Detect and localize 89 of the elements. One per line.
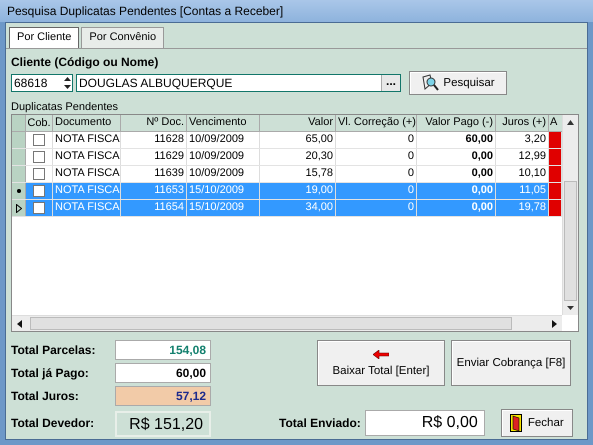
client-name-field[interactable]: DOUGLAS ALBUQUERQUE ... bbox=[76, 74, 401, 92]
enviar-cobranca-button[interactable]: Enviar Cobrança [F8] bbox=[451, 340, 571, 386]
table-cell: NOTA FISCA bbox=[53, 183, 121, 199]
table-cell: 0 bbox=[336, 149, 417, 165]
table-cell: 19,00 bbox=[260, 183, 336, 199]
table-cell: 10/09/2009 bbox=[187, 149, 260, 165]
tab[interactable]: Por Cliente bbox=[9, 27, 80, 48]
table-cell: 19,78 bbox=[496, 200, 549, 216]
table-cell: 0,00 bbox=[417, 183, 496, 199]
column-header[interactable]: Documento bbox=[53, 115, 121, 131]
section-label: Duplicatas Pendentes bbox=[11, 101, 120, 113]
table-cell: NOTA FISCA bbox=[53, 166, 121, 182]
table-cell: 11,05 bbox=[496, 183, 549, 199]
column-header[interactable]: Valor bbox=[260, 115, 336, 131]
total-label: Total Parcelas: bbox=[11, 343, 96, 357]
scroll-right-icon[interactable] bbox=[552, 320, 557, 328]
row-header-cell bbox=[12, 149, 26, 165]
left-arrow-icon bbox=[373, 350, 389, 358]
column-header[interactable]: Vl. Correção (+) bbox=[336, 115, 417, 131]
table-cell: 10/09/2009 bbox=[187, 132, 260, 148]
search-button[interactable]: Pesquisar bbox=[409, 71, 507, 95]
table-cell: 11629 bbox=[121, 149, 187, 165]
scroll-down-icon[interactable] bbox=[567, 306, 574, 310]
checkbox[interactable] bbox=[33, 185, 45, 197]
table-cell: 60,00 bbox=[417, 132, 496, 148]
total-label: Total Devedor: bbox=[11, 416, 96, 430]
checkbox[interactable] bbox=[33, 202, 45, 214]
table-cell: 15/10/2009 bbox=[187, 200, 260, 216]
column-header[interactable]: A bbox=[549, 115, 562, 131]
code-spin-field[interactable]: 68618 bbox=[11, 74, 73, 92]
table-cell: 11628 bbox=[121, 132, 187, 148]
baixar-total-button[interactable]: Baixar Total [Enter] bbox=[317, 340, 445, 386]
total-label: Total já Pago: bbox=[11, 366, 90, 380]
horizontal-scrollbar[interactable] bbox=[12, 315, 562, 331]
column-header[interactable]: Valor Pago (-) bbox=[417, 115, 496, 131]
total-value: 60,00 bbox=[115, 363, 211, 383]
door-icon bbox=[510, 414, 522, 432]
table-cell: 34,00 bbox=[260, 200, 336, 216]
column-header[interactable]: Vencimento bbox=[187, 115, 260, 131]
table-cell: 15,78 bbox=[260, 166, 336, 182]
checkbox[interactable] bbox=[33, 168, 45, 180]
status-flag-cell bbox=[549, 132, 562, 148]
field-label: Cliente (Código ou Nome) bbox=[11, 55, 160, 69]
scrollbar-thumb[interactable] bbox=[30, 317, 512, 330]
column-header[interactable]: Nº Doc. bbox=[121, 115, 187, 131]
table-cell: 0,00 bbox=[417, 149, 496, 165]
total-label: Total Enviado: bbox=[279, 416, 361, 430]
total-label: Total Juros: bbox=[11, 389, 80, 403]
vertical-scrollbar[interactable] bbox=[562, 115, 578, 315]
total-value: R$ 151,20 bbox=[115, 411, 211, 437]
status-flag-cell bbox=[549, 149, 562, 165]
row-header-cell bbox=[12, 166, 26, 182]
browse-button[interactable]: ... bbox=[381, 75, 400, 91]
status-flag-cell bbox=[549, 166, 562, 182]
table-cell: 11653 bbox=[121, 183, 187, 199]
checkbox[interactable] bbox=[33, 151, 45, 163]
column-header[interactable]: Juros (+) bbox=[496, 115, 549, 131]
table-cell: 0 bbox=[336, 200, 417, 216]
scrollbar-thumb[interactable] bbox=[564, 180, 577, 300]
status-flag-cell bbox=[549, 183, 562, 199]
checkbox[interactable] bbox=[33, 134, 45, 146]
table-cell: 0 bbox=[336, 166, 417, 182]
table-cell: 20,30 bbox=[260, 149, 336, 165]
table-cell: NOTA FISCA bbox=[53, 149, 121, 165]
tab[interactable]: Por Convênio bbox=[81, 27, 164, 48]
table-cell: 65,00 bbox=[260, 132, 336, 148]
table-cell: 11639 bbox=[121, 166, 187, 182]
table-cell: 0,00 bbox=[417, 200, 496, 216]
scroll-up-icon[interactable] bbox=[567, 120, 574, 125]
table-cell: 10/09/2009 bbox=[187, 166, 260, 182]
table-cell: 0 bbox=[336, 132, 417, 148]
table-cell: NOTA FISCA bbox=[53, 200, 121, 216]
column-header[interactable]: Cob. bbox=[26, 115, 53, 131]
table-cell: NOTA FISCA bbox=[53, 132, 121, 148]
window-title: Pesquisa Duplicatas Pendentes [Contas a Receber] bbox=[7, 4, 284, 18]
total-value: R$ 0,00 bbox=[364, 410, 485, 436]
table-row[interactable]: NOTA FISCA 11629 10/09/2009 20,30 0 0,00 12,99 bbox=[12, 149, 562, 166]
table-cell: 0,00 bbox=[417, 166, 496, 182]
table-row[interactable]: NOTA FISCA 11628 10/09/2009 65,00 0 60,00 3,20 bbox=[12, 132, 562, 149]
total-value: 57,12 bbox=[115, 386, 211, 406]
spin-arrows-icon[interactable] bbox=[63, 76, 72, 90]
status-flag-cell bbox=[549, 200, 562, 216]
table-cell: 0 bbox=[336, 183, 417, 199]
total-value: 154,08 bbox=[115, 340, 211, 360]
table-cell: 15/10/2009 bbox=[187, 183, 260, 199]
table-cell: 11654 bbox=[121, 200, 187, 216]
search-document-icon bbox=[421, 74, 440, 92]
scroll-left-icon[interactable] bbox=[17, 320, 22, 328]
close-button[interactable]: Fechar bbox=[500, 409, 573, 437]
